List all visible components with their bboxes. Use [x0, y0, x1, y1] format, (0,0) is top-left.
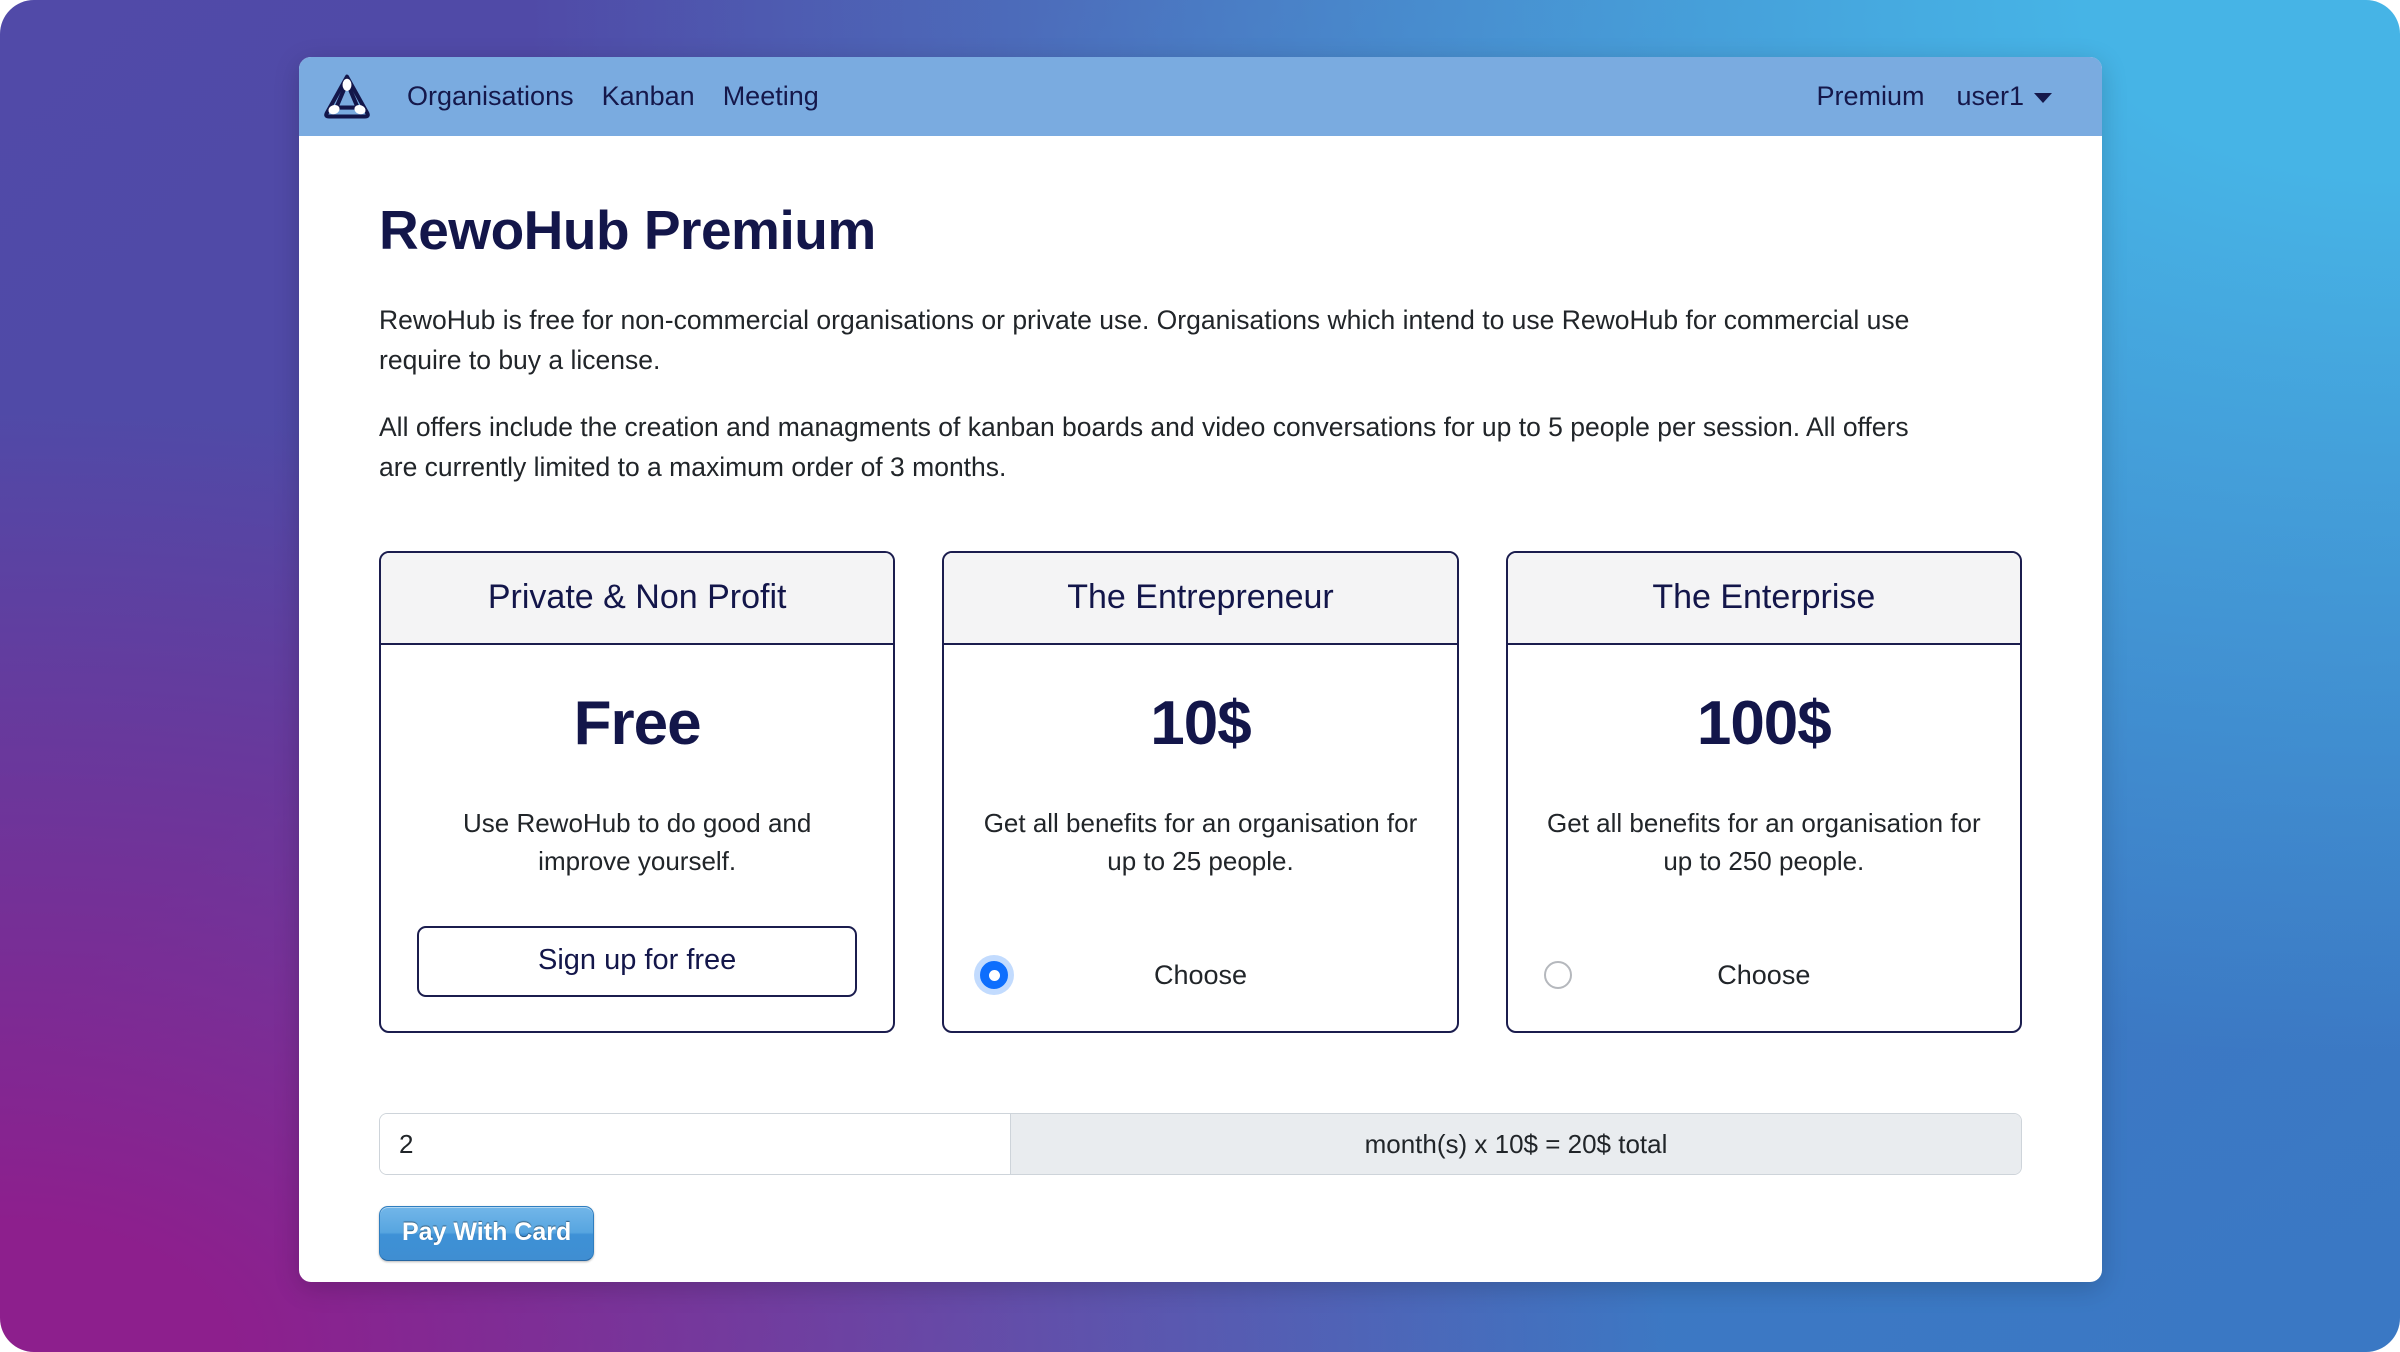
user-menu-label: user1 — [1956, 81, 2024, 111]
pricing-card-private-non-profit: Private & Non Profit Free Use RewoHub to… — [379, 551, 896, 1034]
pricing-card-the-enterprise: The Enterprise 100$ Get all benefits for… — [1505, 551, 2022, 1034]
chevron-down-icon — [2034, 92, 2052, 103]
pricing-card-the-entrepreneur: The Entrepreneur 10$ Get all benefits fo… — [942, 551, 1459, 1034]
nav-link-kanban[interactable]: Kanban — [588, 77, 709, 116]
rewohub-triangle-logo-icon[interactable] — [321, 71, 373, 123]
plan-price: 10$ — [1150, 689, 1251, 759]
nav-link-organisations[interactable]: Organisations — [393, 77, 588, 116]
plan-title: The Enterprise — [1652, 578, 1876, 617]
plan-title: Private & Non Profit — [487, 578, 787, 617]
pricing-card-body: 10$ Get all benefits for an organisation… — [944, 645, 1456, 1031]
pay-with-card-button[interactable]: Pay With Card — [379, 1206, 595, 1262]
nav-link-premium[interactable]: Premium — [1800, 77, 1940, 116]
nav-link-meeting[interactable]: Meeting — [709, 77, 833, 116]
user-menu-toggle[interactable]: user1 — [1940, 77, 2068, 116]
plan-choose-label: Choose — [1153, 959, 1248, 990]
app-window: Organisations Kanban Meeting Premium use… — [299, 57, 2102, 1282]
main-content: RewoHub Premium RewoHub is free for non-… — [299, 136, 2102, 1262]
pricing-card-header: The Enterprise — [1507, 553, 2020, 646]
months-input[interactable] — [380, 1114, 1010, 1175]
pricing-card-header: Private & Non Profit — [381, 553, 894, 646]
plan-price: 100$ — [1696, 689, 1832, 759]
plan-choose-row: Choose — [1543, 953, 1984, 997]
plan-choose-row: Choose — [980, 953, 1420, 997]
sign-up-for-free-button[interactable]: Sign up for free — [417, 926, 858, 998]
intro-paragraph-1: RewoHub is free for non-commercial organ… — [379, 305, 1910, 376]
plan-description: Get all benefits for an organisation for… — [983, 808, 1418, 877]
desktop-gradient-background: Organisations Kanban Meeting Premium use… — [0, 0, 2400, 1352]
plan-description: Get all benefits for an organisation for… — [1547, 808, 1981, 877]
plan-price: Free — [573, 689, 702, 759]
navbar-left-section: Organisations Kanban Meeting — [321, 71, 833, 123]
plan-radio-the-enterprise[interactable] — [1543, 961, 1572, 990]
pricing-card-header: The Entrepreneur — [944, 553, 1457, 646]
top-navigation-bar: Organisations Kanban Meeting Premium use… — [299, 57, 2102, 136]
pricing-card-body: Free Use RewoHub to do good and improve … — [381, 645, 893, 1031]
navbar-right-section: Premium user1 — [1800, 77, 2068, 116]
plan-title: The Entrepreneur — [1067, 578, 1334, 617]
page-title: RewoHub Premium — [379, 199, 876, 261]
plan-choose-label: Choose — [1717, 959, 1811, 990]
plan-description: Use RewoHub to do good and improve yours… — [462, 808, 812, 877]
order-input-group: month(s) x 10$ = 20$ total — [379, 1113, 2022, 1176]
pricing-plans-row: Private & Non Profit Free Use RewoHub to… — [379, 551, 2022, 1034]
plan-radio-the-entrepreneur[interactable] — [980, 961, 1009, 990]
intro-paragraph-2: All offers include the creation and mana… — [379, 411, 1909, 482]
order-total-summary: month(s) x 10$ = 20$ total — [1010, 1114, 2021, 1175]
pricing-card-body: 100$ Get all benefits for an organisatio… — [1508, 645, 2020, 1031]
